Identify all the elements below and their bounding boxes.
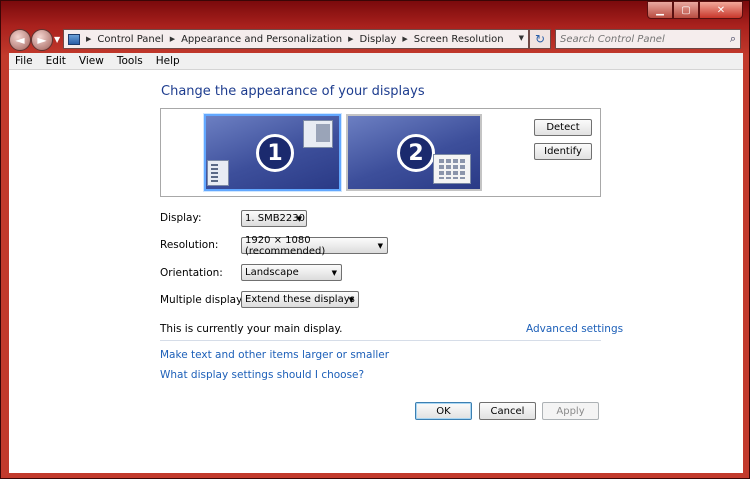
refresh-button[interactable]: ↻ [529,29,551,49]
maximize-button[interactable]: ▢ [673,1,699,19]
search-icon[interactable]: ⌕ [730,32,736,46]
divider [160,340,601,341]
forward-button[interactable]: ► [31,29,53,51]
ok-button[interactable]: OK [415,402,472,420]
page-title: Change the appearance of your displays [161,84,425,99]
multiple-displays-select[interactable]: Extend these displays ▼ [241,291,359,308]
forward-arrow-icon: ► [37,33,47,47]
close-icon: ✕ [716,4,726,16]
caption-buttons: ▁ ▢ ✕ [647,1,743,19]
breadcrumb-separator-icon[interactable]: ▶ [402,35,407,43]
refresh-icon: ↻ [534,32,546,46]
multiple-displays-select-value: Extend these displays [245,294,355,305]
breadcrumb-separator-icon[interactable]: ▶ [86,35,91,43]
address-bar[interactable]: ▶ Control Panel ▶ Appearance and Persona… [63,29,529,49]
resolution-select[interactable]: 1920 × 1080 (recommended) ▼ [241,234,388,257]
multiple-displays-label: Multiple displays: [160,294,252,306]
display-settings-help-link[interactable]: What display settings should I choose? [160,369,364,381]
minimize-icon: ▁ [656,4,664,16]
monitor-2[interactable]: 2 [346,114,482,191]
orientation-label: Orientation: [160,267,223,279]
menu-help[interactable]: Help [156,55,180,67]
menu-file[interactable]: File [15,55,33,67]
resolution-label: Resolution: [160,239,219,251]
search-input[interactable] [560,33,730,45]
recent-pages-dropdown-icon[interactable]: ▼ [54,35,60,44]
chevron-down-icon: ▼ [348,296,354,304]
document-thumbnail-icon [207,160,229,186]
back-arrow-icon: ◄ [15,33,25,47]
content-area: Change the appearance of your displays 1… [9,70,743,473]
display-select[interactable]: 1. SMB2230 ▼ [241,210,307,227]
advanced-settings-link[interactable]: Advanced settings [526,323,623,335]
search-box[interactable]: ⌕ [555,29,741,49]
breadcrumb-screen-resolution[interactable]: Screen Resolution [414,34,504,45]
screen-resolution-window: ▁ ▢ ✕ ◄ ► ▼ ▶ Control Panel ▶ Appearance… [0,0,750,479]
close-button[interactable]: ✕ [699,1,743,19]
menu-view[interactable]: View [79,55,104,67]
back-button[interactable]: ◄ [9,29,31,51]
window-thumbnail-icon [303,120,333,148]
breadcrumb-separator-icon[interactable]: ▶ [170,35,175,43]
address-dropdown-icon[interactable]: ▼ [519,34,524,42]
apply-button[interactable]: Apply [542,402,599,420]
chevron-down-icon: ▼ [296,215,302,223]
make-text-larger-link[interactable]: Make text and other items larger or smal… [160,349,389,361]
monitor-1[interactable]: 1 [204,114,341,191]
menu-edit[interactable]: Edit [46,55,66,67]
chevron-down-icon: ▼ [377,242,383,250]
chevron-down-icon: ▼ [331,269,337,277]
cancel-button[interactable]: Cancel [479,402,536,420]
control-panel-icon [68,33,80,45]
monitor-1-number: 1 [256,134,294,172]
monitor-2-number: 2 [397,134,435,172]
orientation-select[interactable]: Landscape ▼ [241,264,342,281]
detect-button[interactable]: Detect [534,119,592,136]
grid-thumbnail-icon [433,154,471,184]
menu-tools[interactable]: Tools [117,55,143,67]
main-display-text: This is currently your main display. [160,323,343,335]
breadcrumb-control-panel[interactable]: Control Panel [97,34,163,45]
menu-bar: File Edit View Tools Help [9,53,743,70]
display-label: Display: [160,212,202,224]
maximize-icon: ▢ [681,4,691,16]
orientation-select-value: Landscape [245,267,299,278]
breadcrumb-appearance[interactable]: Appearance and Personalization [181,34,342,45]
breadcrumb-separator-icon[interactable]: ▶ [348,35,353,43]
resolution-select-value: 1920 × 1080 (recommended) [245,234,326,257]
breadcrumb-display[interactable]: Display [360,34,397,45]
identify-button[interactable]: Identify [534,143,592,160]
minimize-button[interactable]: ▁ [647,1,673,19]
